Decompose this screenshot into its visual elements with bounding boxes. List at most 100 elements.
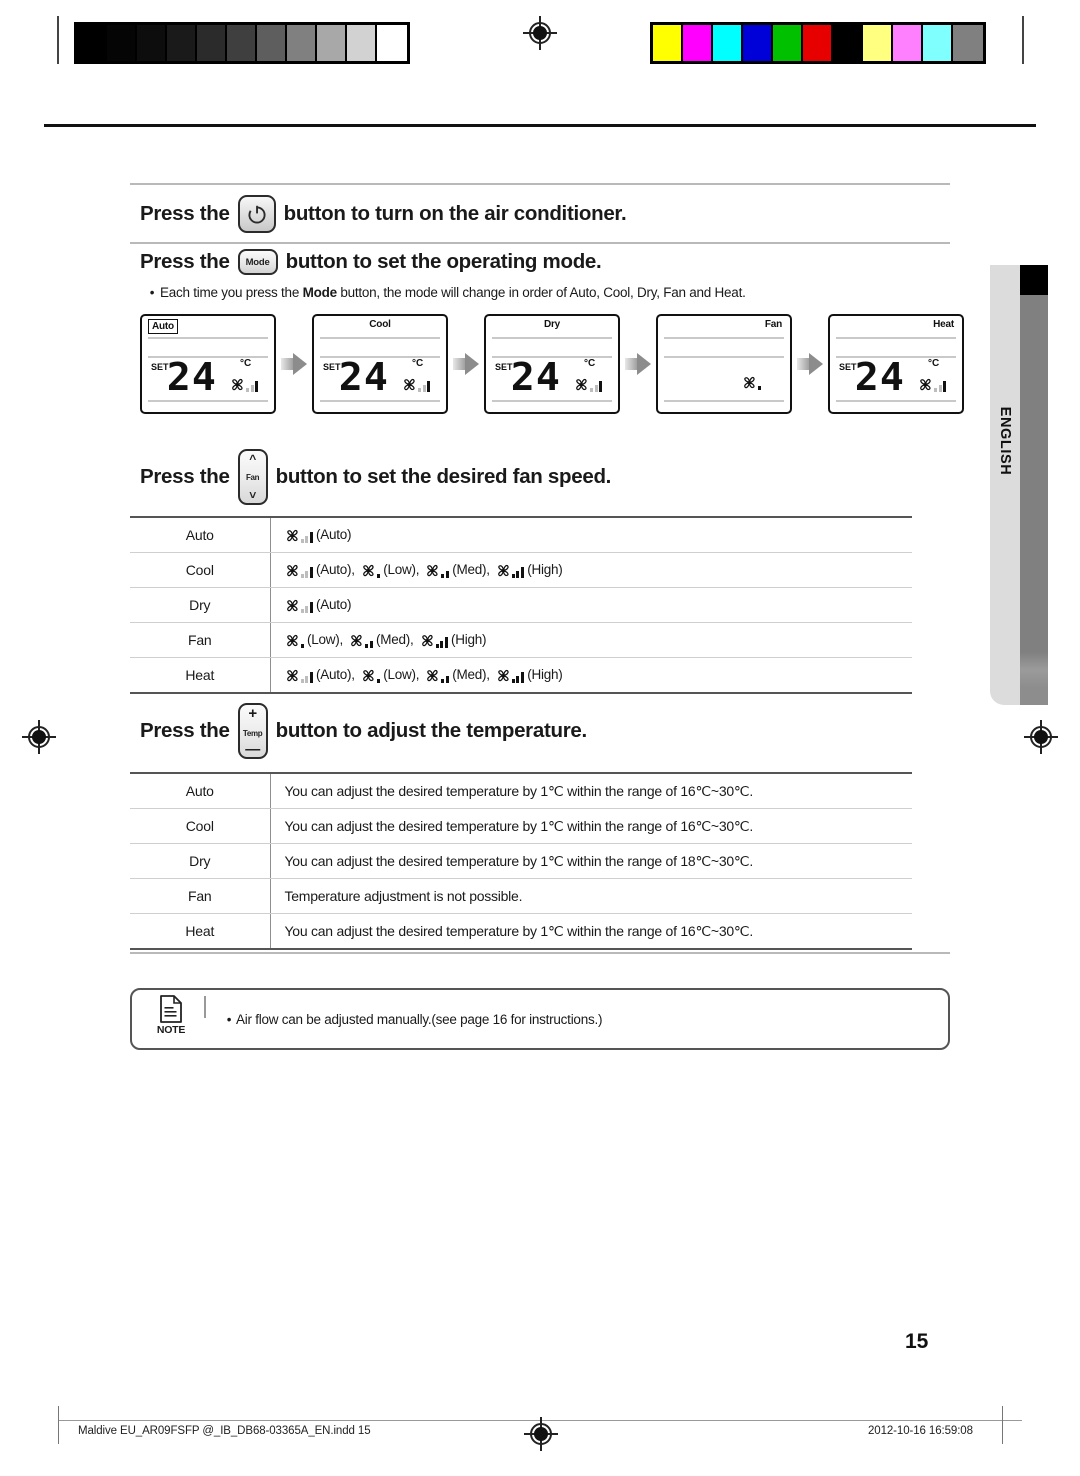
temp-row-mode: Heat: [130, 913, 271, 950]
section-temp: Press the + Temp — button to adjust the …: [130, 700, 950, 762]
plus-icon: +: [248, 705, 257, 722]
table-row: Auto You can adjust the desired temperatu…: [130, 772, 912, 809]
fan-level-bars-auto: [590, 381, 604, 392]
fan-row-mode: Cool: [130, 552, 271, 588]
fan-level-bars-low: [300, 644, 306, 648]
fan-blade-icon: [349, 634, 364, 648]
grayscale-swatch-1: [107, 25, 137, 61]
grayscale-swatch-9: [347, 25, 377, 61]
fan-blade-icon: [742, 376, 757, 390]
note-bullet-marker: •: [226, 1012, 232, 1027]
fan-speed-table: Auto (Auto) Cool (Auto), (Low), (Med), (High) D…: [130, 516, 912, 694]
lcd-temperature: 24: [166, 355, 217, 399]
fan-speed-option-label: (Med),: [452, 667, 490, 682]
fan-level-bars-high: [511, 672, 526, 683]
fan-speed-option-med: (Med),: [425, 667, 494, 683]
mode-button[interactable]: Mode: [237, 249, 278, 275]
fan-speed-option-label: (Med),: [452, 562, 490, 577]
chevron-up-icon: ^: [249, 452, 256, 466]
lcd-sequence: Auto SET 24 °C Cool SET 24 °C Dry SET 24 °C Fan Heat S…: [140, 314, 964, 414]
fan-heading-prefix: Press the: [140, 465, 230, 488]
fan-speed-option-label: (Low),: [383, 562, 420, 577]
fan-blade-icon: [402, 378, 417, 392]
sequence-arrow-1: [281, 353, 307, 375]
temperature-table: Auto You can adjust the desired temperatu…: [130, 772, 912, 950]
fan-button[interactable]: ^ Fan ˅: [237, 449, 268, 505]
table-row: Cool You can adjust the desired temperatu…: [130, 808, 912, 844]
fan-blade-icon: [496, 669, 511, 683]
grayscale-swatch-0: [77, 25, 107, 61]
fan-speed-option-low: (Low),: [361, 667, 424, 683]
fan-speed-option-auto: (Auto),: [285, 667, 359, 683]
color-swatch-9: [923, 25, 953, 61]
note-text: Air flow can be adjusted manually.(see p…: [236, 1012, 603, 1027]
fan-blade-icon: [285, 564, 300, 578]
fan-speed-option-label: (High): [527, 667, 563, 682]
grayscale-swatch-8: [317, 25, 347, 61]
note-text-row: • Air flow can be adjusted manually.(see…: [222, 1012, 603, 1027]
color-swatch-5: [803, 25, 833, 61]
lcd-panel-cool: Cool SET 24 °C: [312, 314, 448, 414]
color-swatch-10: [953, 25, 983, 61]
fan-blade-icon: [425, 564, 440, 578]
language-tab: ENGLISH: [990, 265, 1048, 705]
fan-blade-icon: [285, 669, 300, 683]
temp-row-mode: Dry: [130, 843, 271, 879]
fan-row-mode: Auto: [130, 516, 271, 553]
fan-speed-option-high: (High): [496, 667, 567, 683]
document-icon: [159, 995, 183, 1023]
fan-speed-option-med: (Med),: [425, 562, 494, 578]
fan-speed-option-label: (High): [527, 562, 563, 577]
power-icon: [248, 205, 266, 224]
language-tab-marker: [1020, 265, 1048, 295]
color-calibration-bar: [650, 22, 986, 64]
fan-speed-option-med: (Med),: [349, 632, 418, 648]
fan-row-options: (Auto), (Low), (Med), (High): [270, 552, 912, 588]
fan-speed-option-low: (Low),: [285, 632, 348, 648]
temp-row-text: You can adjust the desired temperature b…: [270, 772, 912, 809]
fan-level-bars-auto: [246, 381, 260, 392]
fan-speed-option-auto: (Auto): [285, 527, 356, 543]
grayscale-swatch-2: [137, 25, 167, 61]
lcd-mode-label: Auto: [148, 319, 178, 334]
fan-speed-table-wrap: Auto (Auto) Cool (Auto), (Low), (Med), (High) D…: [130, 516, 912, 694]
temp-row-mode: Auto: [130, 772, 271, 809]
page-number: 15: [905, 1330, 929, 1353]
lcd-unit: °C: [584, 358, 596, 369]
table-row: Cool (Auto), (Low), (Med), (High): [130, 552, 912, 588]
color-swatch-3: [743, 25, 773, 61]
fan-level-bars-low: [758, 386, 763, 390]
power-button[interactable]: [237, 195, 276, 233]
lcd-temperature: 24: [854, 355, 905, 399]
lcd-panel-heat: Heat SET 24 °C: [828, 314, 964, 414]
fan-speed-option-high: (High): [496, 562, 567, 578]
fan-speed-option-label: (Auto),: [316, 667, 355, 682]
footer-filename: Maldive EU_AR09FSFP @_IB_DB68-03365A_EN.…: [78, 1425, 371, 1437]
fan-row-options: (Auto): [270, 587, 912, 623]
fan-level-bars-med: [441, 676, 450, 683]
table-row: Heat You can adjust the desired temperatu…: [130, 913, 912, 950]
fan-blade-icon: [574, 378, 589, 392]
fan-row-options: (Auto): [270, 516, 912, 553]
lcd-unit: °C: [928, 358, 940, 369]
temp-row-mode: Cool: [130, 808, 271, 844]
fan-blade-icon: [285, 529, 300, 543]
fan-blade-icon: [361, 564, 376, 578]
mode-bullet-post: button, the mode will change in order of…: [336, 285, 746, 300]
sequence-arrow-3: [625, 353, 651, 375]
fan-heading: Press the ^ Fan ˅ button to set the desi…: [130, 446, 950, 508]
grayscale-swatch-4: [197, 25, 227, 61]
fan-speed-option-low: (Low),: [361, 562, 424, 578]
fan-level-bars-auto: [300, 532, 315, 543]
fan-speed-option-label: (Auto): [316, 527, 352, 542]
lcd-unit: °C: [412, 358, 424, 369]
fan-speed-option-label: (Low),: [307, 632, 344, 647]
table-row: Dry (Auto): [130, 587, 912, 623]
lcd-panel-dry: Dry SET 24 °C: [484, 314, 620, 414]
language-tab-darkbar: [1020, 265, 1048, 705]
minus-icon: —: [245, 741, 260, 758]
fan-level-bars-med: [441, 571, 450, 578]
language-tab-label: ENGLISH: [997, 406, 1013, 476]
fan-row-options: (Low), (Med), (High): [270, 622, 912, 658]
temp-button[interactable]: + Temp —: [237, 703, 268, 759]
